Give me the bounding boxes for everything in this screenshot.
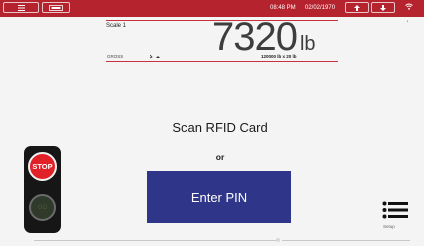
scale-name: Scale 1	[106, 23, 127, 29]
scroll-up-button[interactable]	[345, 2, 369, 13]
go-label: GO	[37, 204, 48, 211]
scale-select-button[interactable]	[42, 2, 70, 13]
scan-rfid-prompt: Scan RFID Card	[172, 120, 268, 135]
or-label: or	[215, 152, 225, 162]
stop-label: STOP	[32, 162, 53, 171]
traffic-light: STOP GO	[24, 146, 61, 233]
zero-center-icon	[150, 54, 160, 59]
weight-unit: lb	[299, 33, 316, 55]
arrow-down-icon	[380, 4, 386, 11]
weight-readout: 7320 lb	[212, 15, 316, 59]
scale-icon	[49, 4, 63, 11]
scroll-down-button[interactable]	[371, 2, 395, 13]
scale-corner-mark: ′	[407, 21, 409, 27]
enter-pin-button[interactable]: Enter PIN	[147, 171, 291, 223]
setup-label[interactable]: Setup	[383, 224, 395, 229]
clock-time: 08:48 PM	[270, 5, 296, 11]
setup-list-icon[interactable]	[382, 201, 408, 219]
bottom-divider-dot	[276, 238, 280, 242]
clock-date: 02/02/1970	[305, 5, 336, 11]
hamburger-icon	[17, 4, 25, 11]
bottom-divider-right	[282, 240, 410, 241]
weigh-mode: GROSS	[107, 54, 124, 59]
go-light: GO	[29, 194, 56, 221]
scale-capacity: 120000 lb x 20 lb	[261, 54, 297, 59]
stop-light: STOP	[28, 152, 57, 181]
bottom-divider-left	[34, 240, 276, 241]
menu-button[interactable]	[3, 2, 39, 13]
arrow-up-icon	[354, 4, 360, 11]
wifi-icon	[405, 3, 413, 10]
scale-divider-bottom	[106, 61, 338, 62]
